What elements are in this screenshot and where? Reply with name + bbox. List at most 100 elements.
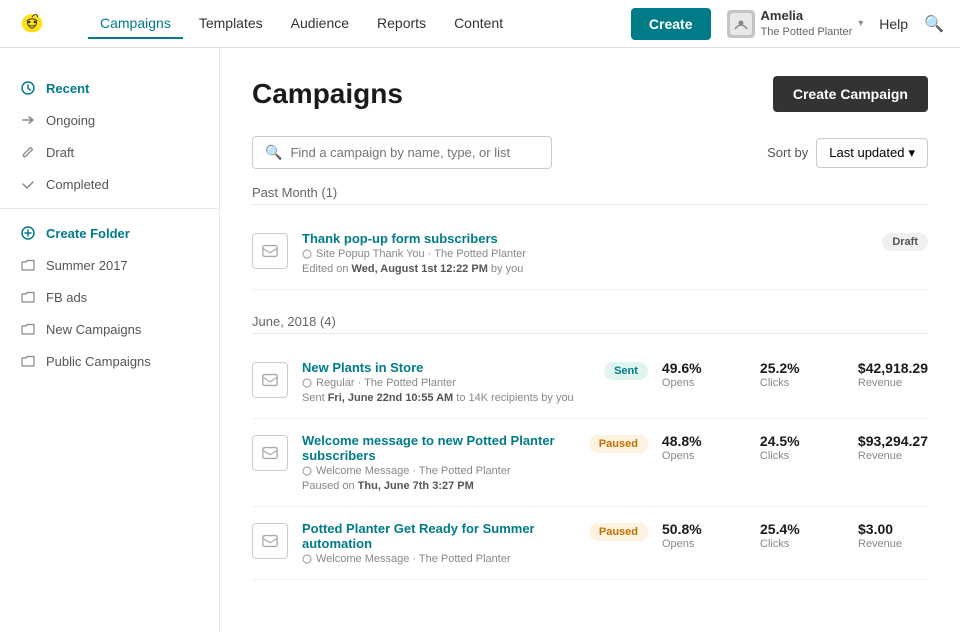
user-menu[interactable]: Amelia The Potted Planter ▾ bbox=[727, 8, 864, 39]
sidebar-item-completed[interactable]: Completed bbox=[0, 168, 219, 200]
campaign-type-icon bbox=[252, 523, 288, 559]
campaign-sub: Site Popup Thank You · The Potted Plante… bbox=[302, 248, 868, 260]
sidebar: Recent Ongoing Draft Co bbox=[0, 48, 220, 632]
campaign-section-past-month: Past Month (1) Thank pop-up form subscri… bbox=[252, 185, 928, 290]
stat-label: Clicks bbox=[760, 450, 830, 462]
sidebar-item-recent[interactable]: Recent bbox=[0, 72, 219, 104]
stat-label: Opens bbox=[662, 450, 732, 462]
sidebar-folder-summer2017[interactable]: Summer 2017 bbox=[0, 249, 219, 281]
campaign-sub: Regular · The Potted Planter bbox=[302, 377, 590, 389]
stat-value: 50.8% bbox=[662, 521, 732, 537]
campaign-name[interactable]: Thank pop-up form subscribers bbox=[302, 231, 498, 246]
create-campaign-button[interactable]: Create Campaign bbox=[773, 76, 928, 112]
status-badge: Paused bbox=[589, 435, 648, 453]
campaign-sub: Welcome Message · The Potted Planter bbox=[302, 553, 575, 565]
campaign-stats: 49.6% Opens 25.2% Clicks $42,918.29 Revenu… bbox=[662, 360, 928, 389]
sort-value: Last updated bbox=[829, 145, 904, 160]
stat-label: Revenue bbox=[858, 450, 928, 462]
section-header: June, 2018 (4) bbox=[252, 314, 928, 334]
stat-block: $93,294.27 Revenue bbox=[858, 433, 928, 462]
status-badge: Draft bbox=[882, 233, 928, 251]
sidebar-create-folder[interactable]: Create Folder bbox=[0, 217, 219, 249]
campaign-row: Thank pop-up form subscribers Site Popup… bbox=[252, 217, 928, 290]
nav-campaigns[interactable]: Campaigns bbox=[88, 9, 183, 39]
stat-block: $42,918.29 Revenue bbox=[858, 360, 928, 389]
stat-block: 25.4% Clicks bbox=[760, 521, 830, 550]
campaign-type-icon bbox=[252, 362, 288, 398]
campaign-name[interactable]: Welcome message to new Potted Planter su… bbox=[302, 433, 555, 463]
campaign-row: Potted Planter Get Ready for Summer auto… bbox=[252, 507, 928, 580]
folder-fbads-label: FB ads bbox=[46, 290, 87, 305]
sort-button[interactable]: Last updated ▾ bbox=[816, 138, 928, 168]
folder-icon bbox=[20, 353, 36, 369]
nav-right: Create Amelia The Potted Planter ▾ Help … bbox=[631, 8, 944, 40]
campaign-info: Thank pop-up form subscribers Site Popup… bbox=[302, 231, 868, 275]
folder-summer2017-label: Summer 2017 bbox=[46, 258, 128, 273]
nav-links: Campaigns Templates Audience Reports Con… bbox=[88, 9, 515, 39]
campaign-type-icon bbox=[252, 435, 288, 471]
nav-content[interactable]: Content bbox=[442, 9, 515, 39]
section-header: Past Month (1) bbox=[252, 185, 928, 205]
search-sort-row: 🔍 Sort by Last updated ▾ bbox=[252, 136, 928, 169]
nav-audience[interactable]: Audience bbox=[279, 9, 361, 39]
campaign-sub: Welcome Message · The Potted Planter bbox=[302, 465, 575, 477]
campaign-row: Welcome message to new Potted Planter su… bbox=[252, 419, 928, 507]
main-content: Campaigns Create Campaign 🔍 Sort by Last… bbox=[220, 48, 960, 632]
sort-chevron-icon: ▾ bbox=[908, 145, 915, 161]
stat-block: 25.2% Clicks bbox=[760, 360, 830, 389]
nav-reports[interactable]: Reports bbox=[365, 9, 438, 39]
campaign-edited: Sent Fri, June 22nd 10:55 AM to 14K reci… bbox=[302, 392, 590, 404]
folder-icon bbox=[20, 289, 36, 305]
clock-icon bbox=[20, 80, 36, 96]
campaign-name[interactable]: Potted Planter Get Ready for Summer auto… bbox=[302, 521, 535, 551]
top-nav: Campaigns Templates Audience Reports Con… bbox=[0, 0, 960, 48]
sidebar-ongoing-label: Ongoing bbox=[46, 113, 95, 128]
help-link[interactable]: Help bbox=[879, 16, 908, 32]
stat-block: 49.6% Opens bbox=[662, 360, 732, 389]
check-icon bbox=[20, 176, 36, 192]
sidebar-folder-publiccampaigns[interactable]: Public Campaigns bbox=[0, 345, 219, 377]
sidebar-item-ongoing[interactable]: Ongoing bbox=[0, 104, 219, 136]
campaign-stats: 48.8% Opens 24.5% Clicks $93,294.27 Revenu… bbox=[662, 433, 928, 462]
logo[interactable] bbox=[16, 6, 68, 41]
page-layout: Recent Ongoing Draft Co bbox=[0, 48, 960, 632]
sidebar-folder-newcampaigns[interactable]: New Campaigns bbox=[0, 313, 219, 345]
page-header: Campaigns Create Campaign bbox=[252, 76, 928, 112]
sidebar-recent-label: Recent bbox=[46, 81, 89, 96]
user-org: The Potted Planter bbox=[761, 25, 853, 39]
create-folder-label: Create Folder bbox=[46, 226, 130, 241]
arrow-right-icon bbox=[20, 112, 36, 128]
campaign-sections: Past Month (1) Thank pop-up form subscri… bbox=[252, 185, 928, 580]
search-icon[interactable]: 🔍 bbox=[924, 14, 944, 34]
plus-circle-icon bbox=[20, 225, 36, 241]
stat-block: $3.00 Revenue bbox=[858, 521, 928, 550]
search-input[interactable] bbox=[290, 145, 539, 160]
folder-newcampaigns-label: New Campaigns bbox=[46, 322, 141, 337]
campaign-edited: Edited on Wed, August 1st 12:22 PM by yo… bbox=[302, 263, 868, 275]
stat-value: 48.8% bbox=[662, 433, 732, 449]
user-dropdown-icon: ▾ bbox=[858, 18, 863, 29]
campaign-info: New Plants in Store Regular · The Potted… bbox=[302, 360, 590, 404]
search-icon: 🔍 bbox=[265, 144, 282, 161]
folder-icon bbox=[20, 257, 36, 273]
stat-block: 50.8% Opens bbox=[662, 521, 732, 550]
campaign-info: Potted Planter Get Ready for Summer auto… bbox=[302, 521, 575, 565]
campaign-type-icon bbox=[252, 233, 288, 269]
org-icon bbox=[727, 10, 755, 38]
sort-row: Sort by Last updated ▾ bbox=[767, 138, 928, 168]
sidebar-item-draft[interactable]: Draft bbox=[0, 136, 219, 168]
stat-value: 24.5% bbox=[760, 433, 830, 449]
campaign-name[interactable]: New Plants in Store bbox=[302, 360, 423, 375]
stat-label: Revenue bbox=[858, 377, 928, 389]
campaign-row: New Plants in Store Regular · The Potted… bbox=[252, 346, 928, 419]
stat-value: 25.4% bbox=[760, 521, 830, 537]
sidebar-completed-label: Completed bbox=[46, 177, 109, 192]
stat-block: 24.5% Clicks bbox=[760, 433, 830, 462]
sidebar-folder-fbads[interactable]: FB ads bbox=[0, 281, 219, 313]
status-badge: Sent bbox=[604, 362, 648, 380]
page-title: Campaigns bbox=[252, 78, 403, 110]
stat-value: 25.2% bbox=[760, 360, 830, 376]
search-box[interactable]: 🔍 bbox=[252, 136, 552, 169]
nav-templates[interactable]: Templates bbox=[187, 9, 275, 39]
create-button[interactable]: Create bbox=[631, 8, 711, 40]
